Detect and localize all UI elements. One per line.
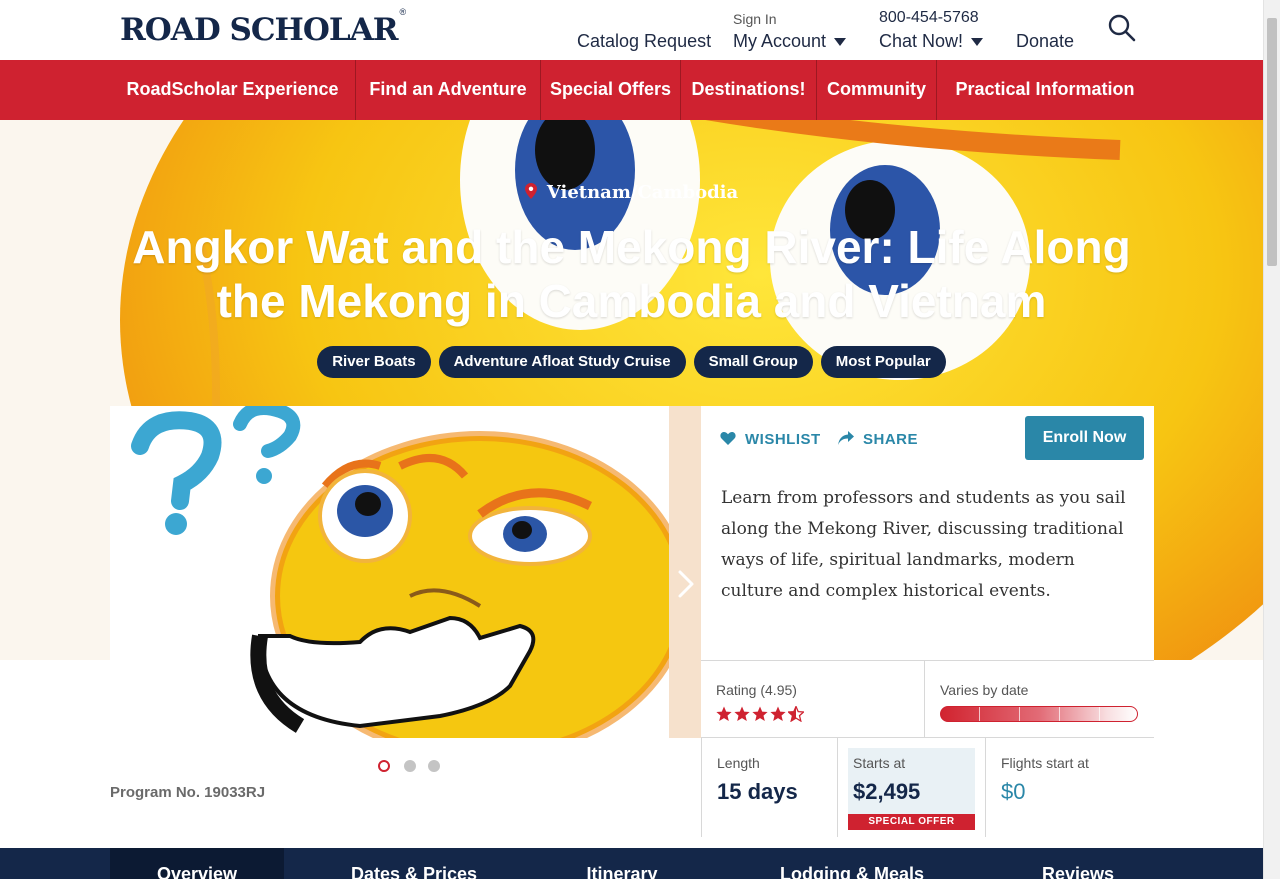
sign-in-link[interactable]: Sign In [733, 11, 777, 27]
length-label: Length [717, 755, 760, 771]
enroll-now-button[interactable]: Enroll Now [1025, 416, 1144, 460]
price-bar-tick [1059, 707, 1060, 721]
tab-lodging-meals[interactable]: Lodging & Meals [760, 848, 944, 879]
nav-community[interactable]: Community [817, 60, 936, 120]
wishlist-button[interactable]: WISHLIST [720, 431, 821, 448]
rating-stars[interactable] [716, 706, 806, 727]
program-title: Angkor Wat and the Mekong River: Life Al… [132, 221, 1131, 327]
search-icon[interactable] [1108, 14, 1136, 42]
scrollbar-thumb[interactable] [1267, 18, 1277, 266]
nav-roadscholar-experience[interactable]: RoadScholar Experience [110, 60, 355, 120]
tab-overview[interactable]: Overview [110, 848, 284, 879]
tab-reviews[interactable]: Reviews [1000, 848, 1156, 879]
chevron-right-icon[interactable] [668, 566, 704, 602]
price-range-bar[interactable] [940, 706, 1138, 722]
tag-small-group[interactable]: Small Group [693, 346, 813, 378]
heart-icon [720, 431, 736, 445]
gallery-image [110, 406, 701, 738]
chat-now-label: Chat Now! [879, 31, 964, 51]
flights-price-value[interactable]: $0 [1001, 779, 1025, 805]
price-bar-tick [1019, 707, 1020, 721]
chat-now-menu[interactable]: Chat Now! [879, 31, 984, 52]
price-range-label: Varies by date [940, 682, 1029, 698]
special-offer-badge[interactable]: SPECIAL OFFER [848, 814, 975, 830]
location-text: Vietnam/Cambodia [546, 182, 739, 203]
star-icon [734, 706, 750, 721]
price-bar-tick [979, 707, 980, 721]
registered-mark: ® [399, 6, 406, 17]
chevron-down-icon [834, 38, 847, 47]
program-description: Learn from professors and students as yo… [721, 488, 1126, 601]
half-star-icon [788, 706, 804, 722]
nav-destinations[interactable]: Destinations! [681, 60, 816, 120]
gallery-dot-3[interactable] [428, 760, 440, 772]
page: ROAD SCHOLAR® Catalog Request Sign In My… [0, 0, 1280, 879]
tag-most-popular[interactable]: Most Popular [820, 346, 946, 378]
stats-divider [701, 737, 1154, 738]
program-tabs: Overview Dates & Prices Itinerary Lodgin… [0, 848, 1263, 879]
starts-at-label: Starts at [853, 755, 906, 771]
rating-label[interactable]: Rating (4.95) [716, 682, 797, 698]
page-scrollbar[interactable] [1263, 0, 1280, 879]
program-number: Program No. 19033RJ [110, 784, 266, 801]
stats-divider [924, 660, 925, 737]
price-bar-tick [1099, 707, 1100, 721]
share-label: SHARE [863, 431, 919, 448]
my-account-menu[interactable]: My Account [733, 31, 847, 52]
location-label: Vietnam/Cambodia [0, 182, 1263, 203]
tag-river-boats[interactable]: River Boats [317, 346, 431, 378]
star-icon [752, 706, 768, 721]
top-header: ROAD SCHOLAR® Catalog Request Sign In My… [0, 0, 1263, 60]
stats-divider [701, 737, 702, 837]
my-account-label: My Account [733, 31, 827, 51]
star-icon [770, 706, 786, 721]
logo-text: ROAD SCHOLAR [120, 12, 398, 48]
stats-divider [701, 660, 1154, 661]
share-button[interactable]: SHARE [838, 431, 918, 448]
share-arrow-icon [838, 431, 854, 445]
gallery-dot-1[interactable] [378, 760, 390, 772]
map-pin-icon [524, 183, 537, 199]
nav-find-an-adventure[interactable]: Find an Adventure [356, 60, 540, 120]
program-tags: River Boats Adventure Afloat Study Cruis… [0, 346, 1263, 378]
stats-divider [837, 737, 838, 837]
flights-label: Flights start at [1001, 755, 1089, 771]
tag-adventure-afloat[interactable]: Adventure Afloat Study Cruise [438, 346, 686, 378]
tab-dates-prices[interactable]: Dates & Prices [320, 848, 508, 879]
road-scholar-logo[interactable]: ROAD SCHOLAR® [120, 7, 406, 48]
stats-divider [985, 737, 986, 837]
photo-gallery[interactable] [110, 406, 701, 738]
gallery-dot-2[interactable] [404, 760, 416, 772]
star-icon [716, 706, 732, 721]
donate-link[interactable]: Donate [1016, 31, 1074, 52]
nav-special-offers[interactable]: Special Offers [541, 60, 680, 120]
wishlist-label: WISHLIST [745, 431, 821, 448]
tab-itinerary[interactable]: Itinerary [540, 848, 704, 879]
starting-price-value: $2,495 [853, 779, 921, 804]
phone-number[interactable]: 800-454-5768 [879, 9, 979, 27]
catalog-request-link[interactable]: Catalog Request [577, 31, 711, 52]
nav-practical-information[interactable]: Practical Information [937, 60, 1153, 120]
length-value: 15 days [717, 779, 798, 804]
main-nav: RoadScholar Experience Find an Adventure… [0, 60, 1263, 120]
chevron-down-icon [971, 38, 984, 47]
